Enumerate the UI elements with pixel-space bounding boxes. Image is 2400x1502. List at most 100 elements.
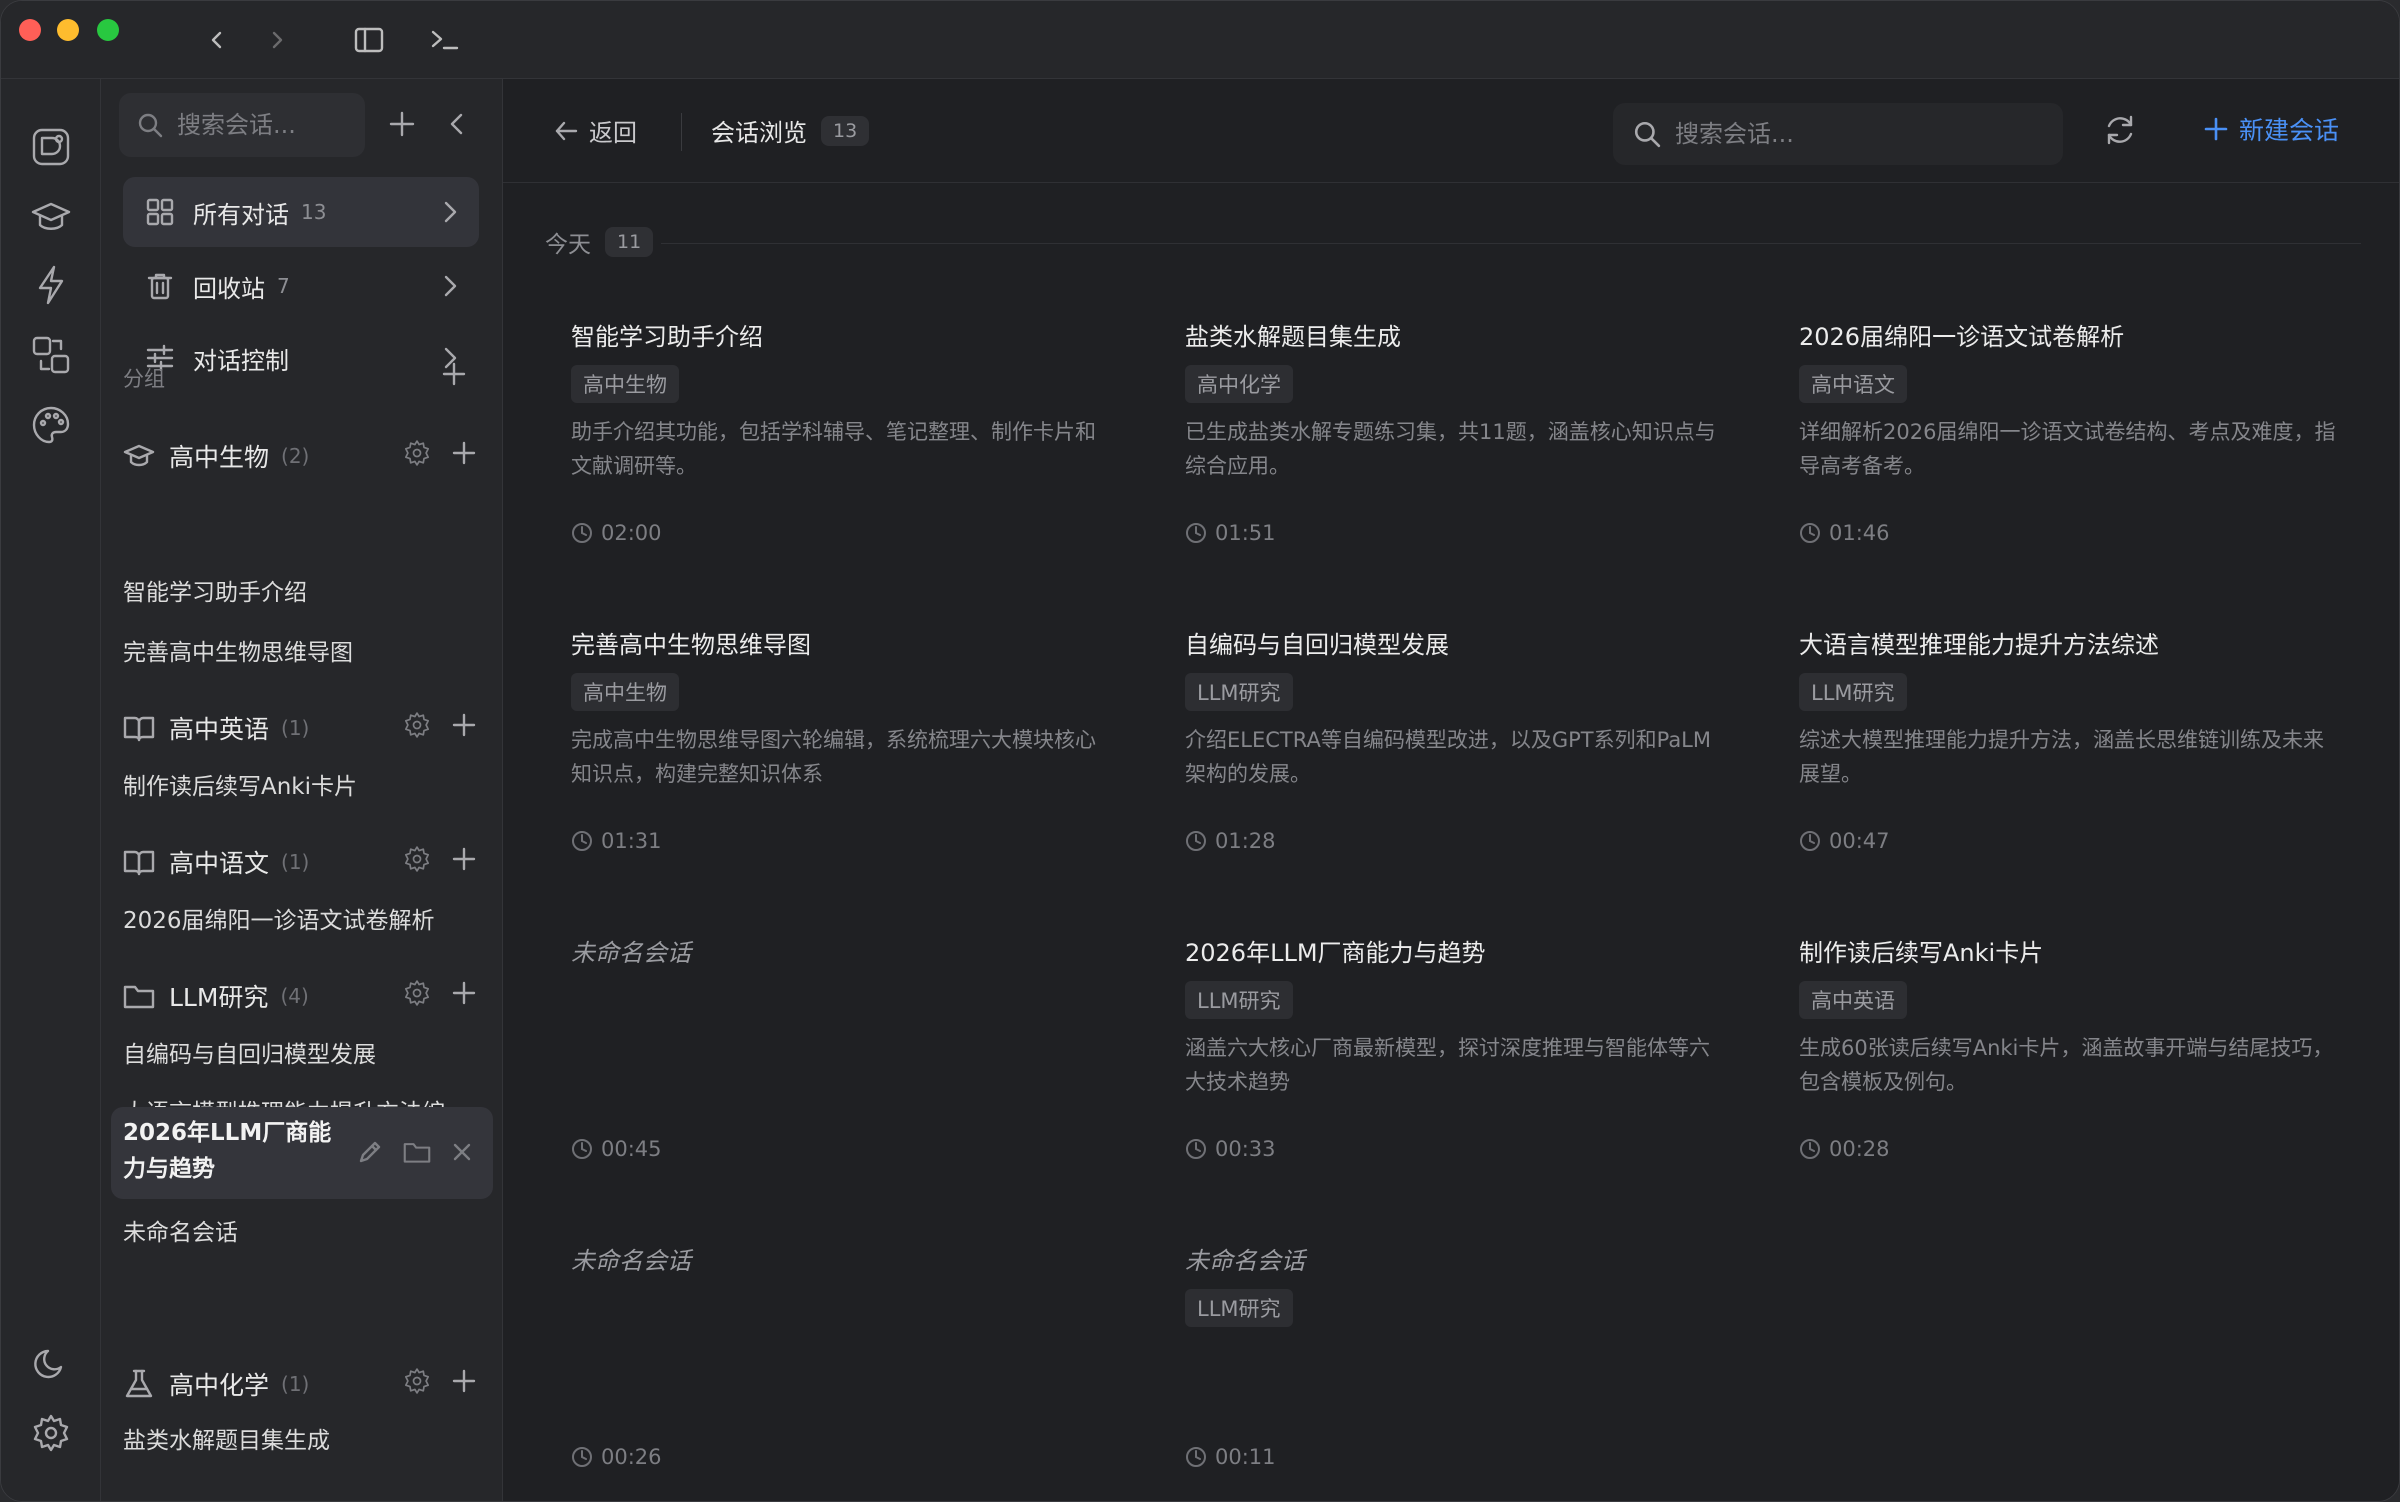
zoom-window-button[interactable] <box>97 19 119 41</box>
quick-action-nav-button[interactable] <box>27 261 75 309</box>
sidebar-add-button[interactable] <box>387 109 417 143</box>
group-header-biology[interactable]: 高中生物 (2) <box>123 431 483 481</box>
gear-icon[interactable] <box>403 439 431 467</box>
translate-nav-button[interactable] <box>27 331 75 379</box>
card-description: 综述大模型推理能力提升方法，涵盖长思维链训练及未来展望。 <box>1799 728 2324 786</box>
group-header-chinese[interactable]: 高中语文 (1) <box>123 837 483 887</box>
item-line: 2026年LLM厂商能 <box>123 1120 332 1146</box>
plus-icon <box>389 111 415 137</box>
sidebar-conversation-item[interactable]: 未命名会话 <box>123 1215 463 1251</box>
card-group-tag: 高中化学 <box>1185 365 1293 403</box>
folder-icon[interactable] <box>403 1139 431 1165</box>
conversation-card[interactable]: 智能学习助手介绍 高中生物 助手介绍其功能，包括学科辅导、笔记整理、制作卡片和文献调… <box>571 321 1131 601</box>
sidebar-conversation-item[interactable]: 制作读后续写Anki卡片 <box>123 769 463 805</box>
palette-icon <box>32 406 70 444</box>
main-search-box[interactable] <box>1613 103 2063 165</box>
nav-all-conversations[interactable]: 所有对话 13 <box>123 177 479 247</box>
close-window-button[interactable] <box>19 19 41 41</box>
conversation-card[interactable]: 自编码与自回归模型发展 LLM研究 介绍ELECTRA等自编码模型改进，以及GPT系… <box>1185 629 1745 909</box>
card-title: 大语言模型推理能力提升方法综述 <box>1799 631 2159 659</box>
dark-mode-toggle-button[interactable] <box>27 1339 75 1387</box>
plus-icon[interactable] <box>451 440 477 466</box>
app-logo-button[interactable] <box>27 123 75 171</box>
group-header-chemistry[interactable]: 高中化学 (1) <box>123 1359 483 1409</box>
page-title-count: 13 <box>821 115 870 146</box>
chevron-right-icon <box>444 201 457 223</box>
conversation-card[interactable]: 大语言模型推理能力提升方法综述 LLM研究 综述大模型推理能力提升方法，涵盖长思维链… <box>1799 629 2359 909</box>
notebook-logo-icon <box>32 128 70 166</box>
plus-icon[interactable] <box>451 712 477 738</box>
sidebar-search-input[interactable] <box>175 110 365 140</box>
sidebar-conversation-item[interactable]: 完善高中生物思维导图 <box>123 635 463 671</box>
conversation-card[interactable]: 未命名会话 00:26 <box>571 1245 1131 1501</box>
settings-nav-button[interactable] <box>27 1409 75 1457</box>
conversation-card[interactable]: 制作读后续写Anki卡片 高中英语 生成60张读后续写Anki卡片，涵盖故事开端与结… <box>1799 937 2359 1217</box>
card-group-tag: 高中英语 <box>1799 981 1907 1019</box>
graduation-cap-icon <box>31 202 71 230</box>
chevron-left-icon <box>450 113 463 135</box>
conversation-card[interactable]: 盐类水解题目集生成 高中化学 已生成盐类水解专题练习集，共11题，涵盖核心知识点与综… <box>1185 321 1745 601</box>
minimize-window-button[interactable] <box>57 19 79 41</box>
conversation-card[interactable]: 未命名会话 LLM研究 00:11 <box>1185 1245 1745 1501</box>
card-timestamp: 00:45 <box>571 1137 662 1161</box>
sidebar-conversation-item-active[interactable]: 2026年LLM厂商能 力与趋势 <box>123 1115 353 1187</box>
conversation-card[interactable]: 未命名会话 00:45 <box>571 937 1131 1217</box>
card-time-text: 01:31 <box>601 829 662 853</box>
card-time-text: 00:47 <box>1829 829 1890 853</box>
pencil-icon[interactable] <box>357 1139 383 1165</box>
plus-icon[interactable] <box>451 1368 477 1394</box>
collapse-sidebar-button[interactable] <box>445 111 469 141</box>
new-conversation-button[interactable]: 新建会话 <box>2203 111 2339 147</box>
card-group-tag: 高中生物 <box>571 365 679 403</box>
gear-icon[interactable] <box>403 1367 431 1395</box>
group-name: 高中英语 <box>169 715 270 744</box>
add-group-button[interactable] <box>441 361 467 391</box>
close-icon[interactable] <box>451 1141 473 1163</box>
chevron-right-icon <box>272 31 283 49</box>
group-header-llm[interactable]: LLM研究 (4) <box>123 971 483 1021</box>
card-time-text: 00:33 <box>1215 1137 1276 1161</box>
plus-icon[interactable] <box>451 846 477 872</box>
sidebar-search-box[interactable] <box>119 93 365 157</box>
refresh-button[interactable] <box>2103 113 2137 151</box>
history-back-button[interactable] <box>197 23 237 57</box>
plus-icon[interactable] <box>451 980 477 1006</box>
graduation-cap-icon <box>123 444 155 467</box>
groups-section-label: 分组 <box>123 367 165 391</box>
main-search-input[interactable] <box>1673 119 2063 149</box>
terminal-button[interactable] <box>425 23 465 57</box>
conversation-card[interactable]: 2026年LLM厂商能力与趋势 LLM研究 涵盖六大核心厂商最新模型，探讨深度推理与… <box>1185 937 1745 1217</box>
sidebar-conversation-item[interactable]: 自编码与自回归模型发展 <box>123 1037 463 1073</box>
nav-trash[interactable]: 回收站 7 <box>123 251 479 321</box>
clock-icon <box>1186 1139 1206 1159</box>
nav-label: 所有对话 <box>193 200 289 229</box>
conversation-card[interactable]: 2026届绵阳一诊语文试卷解析 高中语文 详细解析2026届绵阳一诊语文试卷结构、考… <box>1799 321 2359 601</box>
conversation-card[interactable]: 完善高中生物思维导图 高中生物 完成高中生物思维导图六轮编辑，系统梳理六大模块核心知… <box>571 629 1131 909</box>
card-title: 制作读后续写Anki卡片 <box>1799 939 2044 967</box>
theme-palette-nav-button[interactable] <box>27 401 75 449</box>
page-title-text: 会话浏览 <box>711 119 807 147</box>
history-forward-button[interactable] <box>257 23 297 57</box>
card-group-tag: 高中生物 <box>571 673 679 711</box>
item-line: 力与趋势 <box>123 1156 215 1182</box>
sidebar-conversation-item[interactable]: 盐类水解题目集生成 <box>123 1423 463 1459</box>
gear-icon[interactable] <box>403 711 431 739</box>
gear-icon[interactable] <box>403 979 431 1007</box>
nav-conversation-control[interactable]: 对话控制 <box>123 323 479 393</box>
toggle-sidebar-button[interactable] <box>349 23 389 57</box>
plus-icon <box>2204 117 2228 141</box>
sidebar-conversation-item[interactable]: 智能学习助手介绍 <box>123 575 463 611</box>
group-header-english[interactable]: 高中英语 (1) <box>123 703 483 753</box>
learning-nav-button[interactable] <box>27 193 75 241</box>
grid-icon <box>146 198 174 226</box>
back-button[interactable]: 返回 <box>553 113 637 148</box>
chevron-right-icon <box>444 275 457 297</box>
gear-icon[interactable] <box>403 845 431 873</box>
conversation-browser: 返回 会话浏览 13 新建会话 今天 11 智能学习助手介绍高中 <box>503 79 2399 1501</box>
card-timestamp: 00:11 <box>1185 1445 1276 1469</box>
group-name: 高中化学 <box>169 1371 270 1400</box>
clock-icon <box>572 523 592 543</box>
clock-icon <box>1800 523 1820 543</box>
sidebar-conversation-item[interactable]: 2026届绵阳一诊语文试卷解析 <box>123 903 463 939</box>
card-description: 已生成盐类水解专题练习集，共11题，涵盖核心知识点与综合应用。 <box>1185 420 1716 478</box>
